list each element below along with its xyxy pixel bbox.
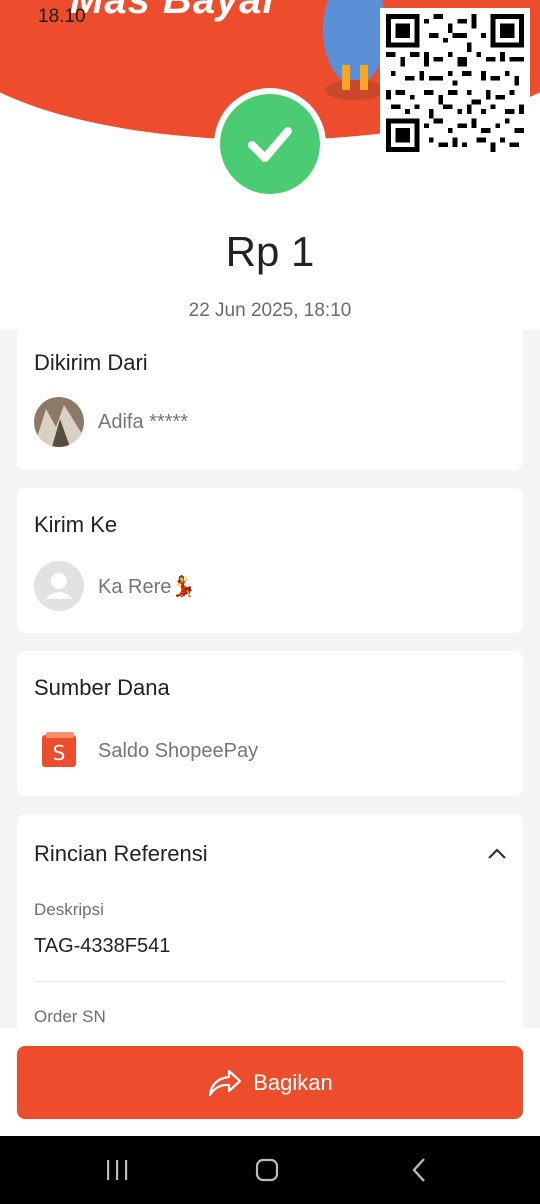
- description-value: TAG-4338F541: [34, 935, 171, 957]
- divider: [34, 981, 506, 982]
- source-card: Sumber Dana S Saldo ShopeePay: [17, 651, 523, 796]
- sender-card: Dikirim Dari Adifa *****: [17, 330, 523, 470]
- system-nav-bar: [0, 1136, 540, 1204]
- transaction-amount: Rp 1: [225, 228, 315, 275]
- sender-title: Dikirim Dari: [34, 350, 148, 375]
- header: Mas Bayar 18.10 Rp 1 22 Jun 2025, 18:10: [0, 0, 540, 330]
- source-name: Saldo ShopeePay: [98, 739, 259, 762]
- sender-name: Adifa *****: [98, 410, 189, 433]
- status-time: 18.10: [38, 6, 86, 27]
- sender-avatar: [34, 397, 84, 447]
- chevron-up-icon[interactable]: [487, 846, 507, 860]
- description-label: Deskripsi: [34, 900, 104, 919]
- source-row: S Saldo ShopeePay: [34, 731, 258, 771]
- recent-apps-icon[interactable]: [97, 1156, 137, 1184]
- qr-code-image: [386, 14, 524, 152]
- home-icon[interactable]: [247, 1156, 287, 1184]
- shopee-bag-icon: S: [42, 732, 76, 767]
- reference-title: Rincian Referensi: [34, 841, 208, 866]
- share-icon: [209, 1069, 242, 1096]
- success-circle: [220, 94, 320, 194]
- svg-text:S: S: [53, 741, 66, 765]
- sender-row: Adifa *****: [34, 397, 188, 447]
- success-badge: [214, 88, 326, 200]
- share-button-label: Bagikan: [253, 1069, 333, 1095]
- recipient-name: Ka Rere💃: [98, 575, 197, 598]
- recipient-row: Ka Rere💃: [34, 561, 196, 611]
- default-avatar-icon: [34, 561, 84, 611]
- order-sn-label: Order SN: [34, 1007, 106, 1026]
- recipient-card: Kirim Ke Ka Rere💃: [17, 488, 523, 633]
- qr-code: [380, 8, 530, 158]
- checkmark-icon: [248, 127, 292, 162]
- back-icon[interactable]: [400, 1156, 440, 1184]
- recipient-title: Kirim Ke: [34, 512, 118, 537]
- reference-card: Rincian Referensi Deskripsi TAG-4338F541…: [17, 814, 523, 1054]
- transaction-datetime: 22 Jun 2025, 18:10: [188, 300, 352, 321]
- promo-text: Mas Bayar: [70, 0, 280, 22]
- share-button[interactable]: Bagikan: [17, 1046, 523, 1119]
- source-title: Sumber Dana: [34, 675, 170, 700]
